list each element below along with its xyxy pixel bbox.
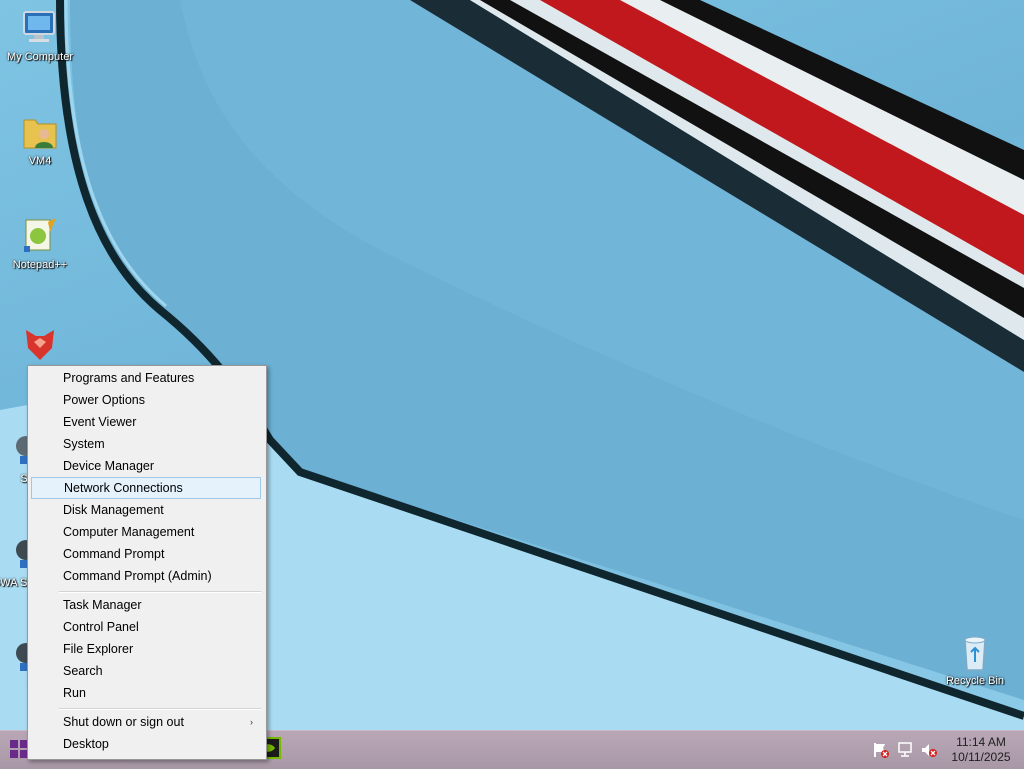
volume-muted-icon[interactable] [920,741,938,759]
menu-item-system[interactable]: System [31,433,261,455]
taskbar-clock[interactable]: 11:14 AM 10/11/2025 [944,735,1018,765]
windows-start-icon [9,739,29,764]
menu-item-device-manager[interactable]: Device Manager [31,455,261,477]
desktop-icon-notepad-plus-plus[interactable]: Notepad++ [0,216,80,272]
submenu-arrow-icon: › [250,717,253,727]
menu-item-command-prompt[interactable]: Command Prompt [31,543,261,565]
computer-icon [20,8,60,48]
desktop-icon-my-computer[interactable]: My Computer [0,8,80,64]
menu-item-label: Shut down or sign out [63,715,184,729]
menu-item-file-explorer[interactable]: File Explorer [31,638,261,660]
menu-item-network-connections[interactable]: Network Connections [31,477,261,499]
menu-item-power-options[interactable]: Power Options [31,389,261,411]
network-icon[interactable] [896,741,914,759]
menu-item-command-prompt-admin[interactable]: Command Prompt (Admin) [31,565,261,587]
system-tray: 11:14 AM 10/11/2025 [872,731,1024,769]
power-user-menu: Programs and Features Power Options Even… [27,365,267,760]
menu-item-shut-down-or-sign-out[interactable]: Shut down or sign out › [31,711,261,733]
desktop-icon-vm4[interactable]: VM4 [0,112,80,168]
menu-item-control-panel[interactable]: Control Panel [31,616,261,638]
menu-separator [59,708,261,710]
action-center-flag-icon[interactable] [872,741,890,759]
menu-item-run[interactable]: Run [31,682,261,704]
menu-item-desktop[interactable]: Desktop [31,733,261,755]
user-folder-icon [20,112,60,152]
menu-item-task-manager[interactable]: Task Manager [31,594,261,616]
recycle-bin-icon [955,632,995,672]
clock-date: 10/11/2025 [951,750,1011,764]
menu-item-programs-and-features[interactable]: Programs and Features [31,367,261,389]
menu-item-disk-management[interactable]: Disk Management [31,499,261,521]
menu-item-computer-management[interactable]: Computer Management [31,521,261,543]
notepad-plus-plus-icon [20,216,60,256]
desktop-icon-recycle-bin[interactable]: Recycle Bin [935,632,1015,688]
menu-separator [59,591,261,593]
menu-item-event-viewer[interactable]: Event Viewer [31,411,261,433]
menu-item-search[interactable]: Search [31,660,261,682]
clock-time: 11:14 AM [956,735,1006,749]
app-shortcut-icon [20,322,60,362]
